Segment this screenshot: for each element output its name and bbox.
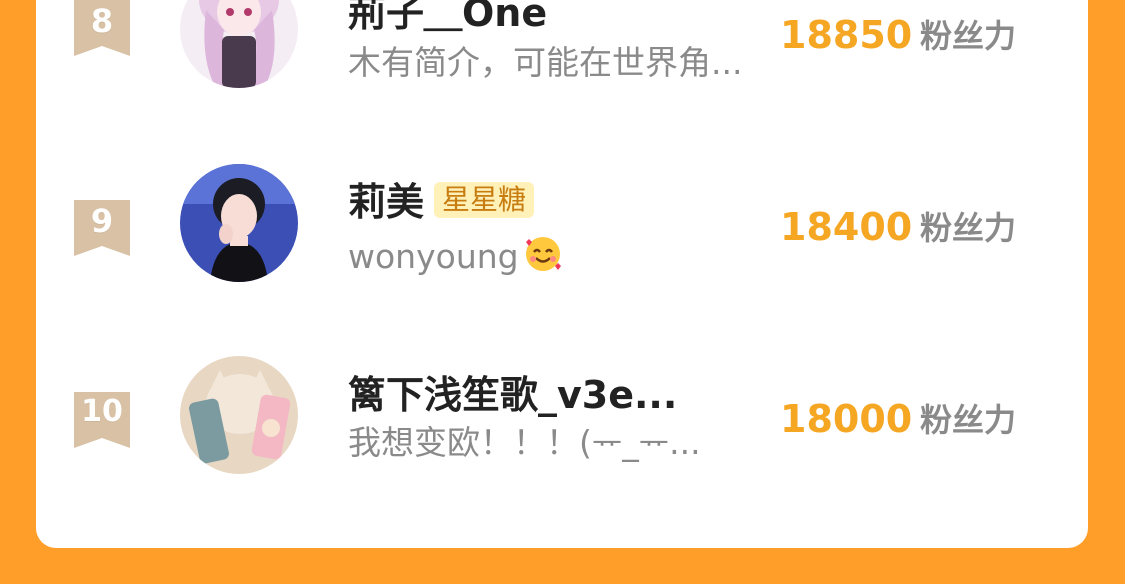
rank-number: 9 bbox=[90, 202, 114, 240]
leaderboard-row[interactable]: 9 莉美 星星糖 wonyoung 18400 粉丝力 bbox=[36, 162, 1088, 302]
girl-photo-avatar[interactable] bbox=[180, 164, 298, 282]
rank-badge: 10 bbox=[74, 392, 130, 448]
score-unit: 粉丝力 bbox=[920, 17, 1017, 55]
fan-badge: 星星糖 bbox=[434, 182, 535, 218]
leaderboard-card: 8 荊子＿One 木有简介，可能在世界角... 18850 粉丝力 9 莉美 星… bbox=[36, 0, 1088, 548]
leaderboard-row[interactable]: 8 荊子＿One 木有简介，可能在世界角... 18850 粉丝力 bbox=[36, 0, 1088, 110]
rank-badge: 9 bbox=[74, 200, 130, 256]
score-unit: 粉丝力 bbox=[920, 401, 1017, 439]
rank-number: 8 bbox=[90, 2, 114, 40]
bio-text-value: wonyoung bbox=[348, 237, 519, 276]
score-value: 18850 bbox=[780, 13, 913, 57]
anime-girl-avatar[interactable] bbox=[180, 0, 298, 88]
username-text: 莉美 bbox=[348, 180, 425, 224]
score-unit: 粉丝力 bbox=[920, 209, 1017, 247]
bio-text: wonyoung bbox=[348, 234, 563, 279]
username[interactable]: 篱下浅笙歌_v3e... bbox=[348, 376, 677, 414]
leaderboard-row[interactable]: 10 篱下浅笙歌_v3e... 我想变欧！！！(ᅲ_ᅲ... 18000 粉丝力 bbox=[36, 354, 1088, 494]
bio-text: 木有简介，可能在世界角... bbox=[348, 43, 743, 82]
rank-number: 10 bbox=[81, 394, 123, 429]
score-value: 18000 bbox=[780, 397, 913, 441]
username[interactable]: 荊子＿One bbox=[348, 0, 547, 32]
score-value: 18400 bbox=[780, 205, 913, 249]
rank-badge: 8 bbox=[74, 0, 130, 56]
username[interactable]: 莉美 星星糖 bbox=[348, 180, 535, 224]
bio-text: 我想变欧！！！(ᅲ_ᅲ... bbox=[348, 423, 701, 462]
phone-cases-avatar[interactable] bbox=[180, 356, 298, 474]
smiling-face-with-hearts-icon bbox=[523, 234, 563, 279]
